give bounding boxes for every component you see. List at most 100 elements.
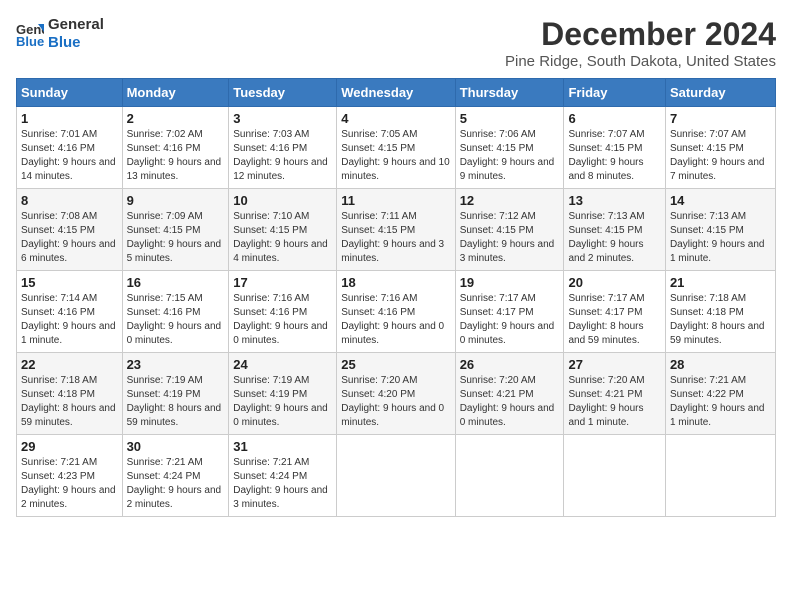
day-info: Sunrise: 7:21 AM Sunset: 4:22 PM Dayligh…: [670, 374, 771, 430]
header-cell-monday: Monday: [122, 79, 229, 107]
day-info: Sunrise: 7:06 AM Sunset: 4:15 PM Dayligh…: [460, 128, 560, 184]
day-cell: 21 Sunrise: 7:18 AM Sunset: 4:18 PM Dayl…: [665, 271, 775, 353]
day-number: 26: [460, 357, 560, 372]
day-cell: 24 Sunrise: 7:19 AM Sunset: 4:19 PM Dayl…: [229, 353, 337, 435]
day-cell: 23 Sunrise: 7:19 AM Sunset: 4:19 PM Dayl…: [122, 353, 229, 435]
day-info: Sunrise: 7:07 AM Sunset: 4:15 PM Dayligh…: [670, 128, 771, 184]
day-number: 18: [341, 275, 450, 290]
day-cell: 6 Sunrise: 7:07 AM Sunset: 4:15 PM Dayli…: [564, 107, 665, 189]
week-row-1: 1 Sunrise: 7:01 AM Sunset: 4:16 PM Dayli…: [17, 107, 776, 189]
day-number: 23: [127, 357, 225, 372]
day-number: 6: [568, 111, 660, 126]
header-cell-friday: Friday: [564, 79, 665, 107]
day-cell: 7 Sunrise: 7:07 AM Sunset: 4:15 PM Dayli…: [665, 107, 775, 189]
day-info: Sunrise: 7:09 AM Sunset: 4:15 PM Dayligh…: [127, 210, 225, 266]
day-cell: 22 Sunrise: 7:18 AM Sunset: 4:18 PM Dayl…: [17, 353, 123, 435]
week-row-3: 15 Sunrise: 7:14 AM Sunset: 4:16 PM Dayl…: [17, 271, 776, 353]
day-info: Sunrise: 7:11 AM Sunset: 4:15 PM Dayligh…: [341, 210, 450, 266]
week-row-5: 29 Sunrise: 7:21 AM Sunset: 4:23 PM Dayl…: [17, 435, 776, 517]
header-cell-tuesday: Tuesday: [229, 79, 337, 107]
day-info: Sunrise: 7:17 AM Sunset: 4:17 PM Dayligh…: [460, 292, 560, 348]
day-cell: 18 Sunrise: 7:16 AM Sunset: 4:16 PM Dayl…: [337, 271, 455, 353]
day-info: Sunrise: 7:19 AM Sunset: 4:19 PM Dayligh…: [233, 374, 332, 430]
day-cell: 11 Sunrise: 7:11 AM Sunset: 4:15 PM Dayl…: [337, 189, 455, 271]
day-info: Sunrise: 7:05 AM Sunset: 4:15 PM Dayligh…: [341, 128, 450, 184]
day-cell: 9 Sunrise: 7:09 AM Sunset: 4:15 PM Dayli…: [122, 189, 229, 271]
day-number: 29: [21, 439, 118, 454]
day-number: 21: [670, 275, 771, 290]
day-info: Sunrise: 7:16 AM Sunset: 4:16 PM Dayligh…: [233, 292, 332, 348]
day-cell: 25 Sunrise: 7:20 AM Sunset: 4:20 PM Dayl…: [337, 353, 455, 435]
calendar-table: SundayMondayTuesdayWednesdayThursdayFrid…: [16, 78, 776, 517]
day-info: Sunrise: 7:08 AM Sunset: 4:15 PM Dayligh…: [21, 210, 118, 266]
day-cell: 20 Sunrise: 7:17 AM Sunset: 4:17 PM Dayl…: [564, 271, 665, 353]
day-cell: [564, 435, 665, 517]
day-info: Sunrise: 7:16 AM Sunset: 4:16 PM Dayligh…: [341, 292, 450, 348]
logo-text-line1: General: [48, 16, 104, 34]
day-number: 19: [460, 275, 560, 290]
day-cell: [665, 435, 775, 517]
day-cell: 3 Sunrise: 7:03 AM Sunset: 4:16 PM Dayli…: [229, 107, 337, 189]
header-cell-thursday: Thursday: [455, 79, 564, 107]
day-cell: 1 Sunrise: 7:01 AM Sunset: 4:16 PM Dayli…: [17, 107, 123, 189]
header-cell-sunday: Sunday: [17, 79, 123, 107]
day-number: 22: [21, 357, 118, 372]
day-number: 25: [341, 357, 450, 372]
day-cell: [337, 435, 455, 517]
day-cell: 17 Sunrise: 7:16 AM Sunset: 4:16 PM Dayl…: [229, 271, 337, 353]
day-cell: [455, 435, 564, 517]
day-number: 2: [127, 111, 225, 126]
day-cell: 29 Sunrise: 7:21 AM Sunset: 4:23 PM Dayl…: [17, 435, 123, 517]
day-info: Sunrise: 7:13 AM Sunset: 4:15 PM Dayligh…: [670, 210, 771, 266]
day-cell: 27 Sunrise: 7:20 AM Sunset: 4:21 PM Dayl…: [564, 353, 665, 435]
day-cell: 30 Sunrise: 7:21 AM Sunset: 4:24 PM Dayl…: [122, 435, 229, 517]
day-cell: 13 Sunrise: 7:13 AM Sunset: 4:15 PM Dayl…: [564, 189, 665, 271]
day-info: Sunrise: 7:17 AM Sunset: 4:17 PM Dayligh…: [568, 292, 660, 348]
day-info: Sunrise: 7:20 AM Sunset: 4:21 PM Dayligh…: [568, 374, 660, 430]
day-info: Sunrise: 7:07 AM Sunset: 4:15 PM Dayligh…: [568, 128, 660, 184]
day-number: 1: [21, 111, 118, 126]
day-cell: 28 Sunrise: 7:21 AM Sunset: 4:22 PM Dayl…: [665, 353, 775, 435]
week-row-2: 8 Sunrise: 7:08 AM Sunset: 4:15 PM Dayli…: [17, 189, 776, 271]
day-number: 15: [21, 275, 118, 290]
day-info: Sunrise: 7:20 AM Sunset: 4:20 PM Dayligh…: [341, 374, 450, 430]
day-cell: 2 Sunrise: 7:02 AM Sunset: 4:16 PM Dayli…: [122, 107, 229, 189]
day-info: Sunrise: 7:02 AM Sunset: 4:16 PM Dayligh…: [127, 128, 225, 184]
day-cell: 31 Sunrise: 7:21 AM Sunset: 4:24 PM Dayl…: [229, 435, 337, 517]
day-number: 30: [127, 439, 225, 454]
day-info: Sunrise: 7:01 AM Sunset: 4:16 PM Dayligh…: [21, 128, 118, 184]
day-number: 31: [233, 439, 332, 454]
day-number: 12: [460, 193, 560, 208]
day-number: 20: [568, 275, 660, 290]
day-number: 4: [341, 111, 450, 126]
title-area: December 2024 Pine Ridge, South Dakota, …: [505, 16, 776, 70]
day-number: 27: [568, 357, 660, 372]
day-info: Sunrise: 7:21 AM Sunset: 4:23 PM Dayligh…: [21, 456, 118, 512]
page-subtitle: Pine Ridge, South Dakota, United States: [505, 53, 776, 70]
day-info: Sunrise: 7:21 AM Sunset: 4:24 PM Dayligh…: [127, 456, 225, 512]
day-info: Sunrise: 7:18 AM Sunset: 4:18 PM Dayligh…: [670, 292, 771, 348]
day-info: Sunrise: 7:20 AM Sunset: 4:21 PM Dayligh…: [460, 374, 560, 430]
logo: General Blue General Blue: [16, 16, 104, 52]
day-info: Sunrise: 7:19 AM Sunset: 4:19 PM Dayligh…: [127, 374, 225, 430]
day-info: Sunrise: 7:14 AM Sunset: 4:16 PM Dayligh…: [21, 292, 118, 348]
day-cell: 14 Sunrise: 7:13 AM Sunset: 4:15 PM Dayl…: [665, 189, 775, 271]
day-number: 11: [341, 193, 450, 208]
day-info: Sunrise: 7:21 AM Sunset: 4:24 PM Dayligh…: [233, 456, 332, 512]
day-number: 24: [233, 357, 332, 372]
day-number: 28: [670, 357, 771, 372]
day-cell: 26 Sunrise: 7:20 AM Sunset: 4:21 PM Dayl…: [455, 353, 564, 435]
header: General Blue General Blue December 2024 …: [16, 16, 776, 70]
day-cell: 16 Sunrise: 7:15 AM Sunset: 4:16 PM Dayl…: [122, 271, 229, 353]
day-number: 7: [670, 111, 771, 126]
page-title: December 2024: [505, 16, 776, 53]
logo-text-line2: Blue: [48, 34, 104, 52]
day-cell: 10 Sunrise: 7:10 AM Sunset: 4:15 PM Dayl…: [229, 189, 337, 271]
logo-icon: General Blue: [16, 20, 44, 48]
day-info: Sunrise: 7:12 AM Sunset: 4:15 PM Dayligh…: [460, 210, 560, 266]
day-number: 10: [233, 193, 332, 208]
day-number: 3: [233, 111, 332, 126]
day-info: Sunrise: 7:03 AM Sunset: 4:16 PM Dayligh…: [233, 128, 332, 184]
header-cell-saturday: Saturday: [665, 79, 775, 107]
day-info: Sunrise: 7:10 AM Sunset: 4:15 PM Dayligh…: [233, 210, 332, 266]
